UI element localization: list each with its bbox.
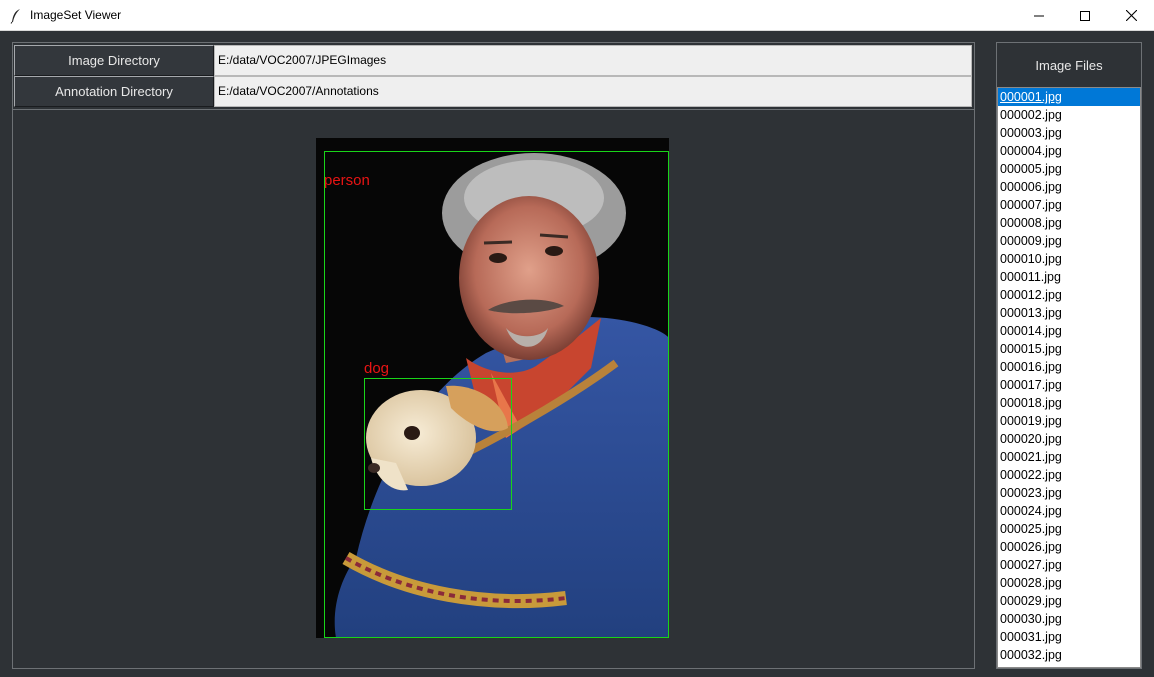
annotation-box-dog: [364, 378, 512, 510]
file-list-item[interactable]: 000018.jpg: [998, 394, 1140, 412]
image-canvas: person dog: [316, 138, 669, 638]
file-list-item[interactable]: 000007.jpg: [998, 196, 1140, 214]
image-directory-button[interactable]: Image Directory: [14, 45, 214, 76]
file-list-item[interactable]: 000017.jpg: [998, 376, 1140, 394]
file-list-item[interactable]: 000003.jpg: [998, 124, 1140, 142]
minimize-icon: [1034, 15, 1044, 16]
file-list-item[interactable]: 000029.jpg: [998, 592, 1140, 610]
file-list-item[interactable]: 000028.jpg: [998, 574, 1140, 592]
minimize-button[interactable]: [1016, 0, 1062, 31]
file-list-item[interactable]: 000005.jpg: [998, 160, 1140, 178]
annotation-directory-row: Annotation Directory E:/data/VOC2007/Ann…: [14, 76, 972, 107]
image-directory-field[interactable]: E:/data/VOC2007/JPEGImages: [214, 45, 972, 76]
separator: [13, 109, 974, 110]
file-list-item[interactable]: 000002.jpg: [998, 106, 1140, 124]
file-list-item[interactable]: 000026.jpg: [998, 538, 1140, 556]
annotation-label-dog: dog: [364, 360, 390, 377]
image-files-panel: Image Files 000001.jpg 000002.jpg 000003.j…: [996, 42, 1142, 669]
maximize-button[interactable]: [1062, 0, 1108, 31]
window-title: ImageSet Viewer: [30, 8, 122, 22]
file-list-item[interactable]: 000011.jpg: [998, 268, 1140, 286]
file-list-item[interactable]: 000022.jpg: [998, 466, 1140, 484]
close-button[interactable]: [1108, 0, 1154, 31]
file-list-item[interactable]: 000023.jpg: [998, 484, 1140, 502]
file-list-item[interactable]: 000031.jpg: [998, 628, 1140, 646]
file-list-item[interactable]: 000012.jpg: [998, 286, 1140, 304]
file-list-item[interactable]: 000006.jpg: [998, 178, 1140, 196]
annotation-label-person: person: [324, 172, 370, 189]
file-list-item[interactable]: 000032.jpg: [998, 646, 1140, 664]
image-directory-row: Image Directory E:/data/VOC2007/JPEGImag…: [14, 45, 972, 76]
file-list-item[interactable]: 000027.jpg: [998, 556, 1140, 574]
image-files-title: Image Files: [1035, 57, 1103, 73]
file-list-item[interactable]: 000014.jpg: [998, 322, 1140, 340]
file-list-item[interactable]: 000008.jpg: [998, 214, 1140, 232]
file-list-item[interactable]: 000015.jpg: [998, 340, 1140, 358]
close-icon: [1125, 10, 1137, 21]
file-list-item[interactable]: 000013.jpg: [998, 304, 1140, 322]
annotation-directory-button[interactable]: Annotation Directory: [14, 76, 214, 107]
file-list-item[interactable]: 000001.jpg: [998, 88, 1140, 106]
feather-icon: [10, 9, 20, 24]
file-list-item[interactable]: 000020.jpg: [998, 430, 1140, 448]
file-list-item[interactable]: 000030.jpg: [998, 610, 1140, 628]
title-bar: ImageSet Viewer: [0, 0, 1154, 31]
file-list-item[interactable]: 000016.jpg: [998, 358, 1140, 376]
file-list-item[interactable]: 000009.jpg: [998, 232, 1140, 250]
image-file-list[interactable]: 000001.jpg 000002.jpg 000003.jpg 000004.jpg…: [997, 87, 1141, 668]
maximize-icon: [1080, 10, 1090, 21]
file-list-item[interactable]: 000024.jpg: [998, 502, 1140, 520]
file-list-item[interactable]: 000004.jpg: [998, 142, 1140, 160]
file-list-item[interactable]: 000025.jpg: [998, 520, 1140, 538]
file-list-item[interactable]: 000019.jpg: [998, 412, 1140, 430]
annotation-directory-field[interactable]: E:/data/VOC2007/Annotations: [214, 76, 972, 107]
file-list-item[interactable]: 000010.jpg: [998, 250, 1140, 268]
file-list-item[interactable]: 000021.jpg: [998, 448, 1140, 466]
